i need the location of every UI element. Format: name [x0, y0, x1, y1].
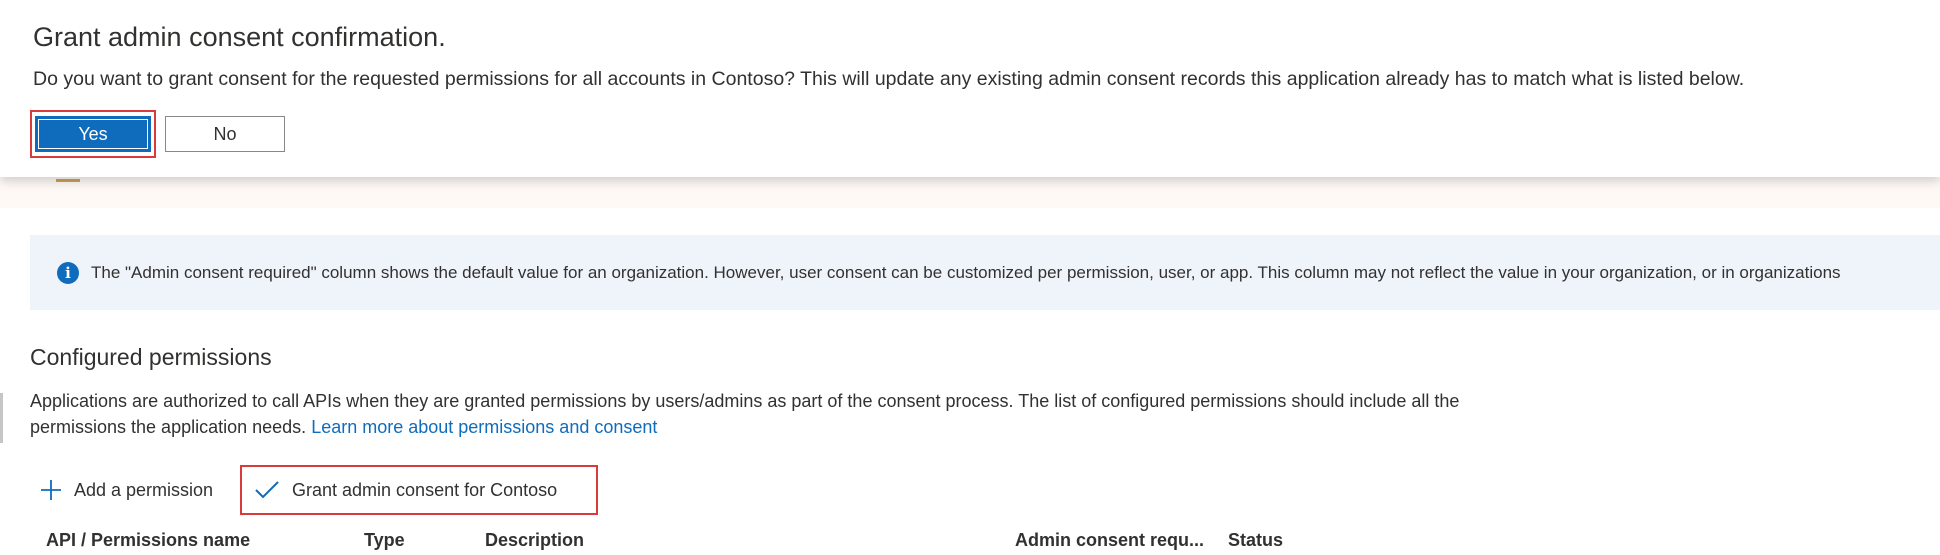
add-permission-label: Add a permission: [74, 479, 214, 500]
column-header-admin-consent[interactable]: Admin consent requ...: [1015, 530, 1204, 551]
checkmark-icon: [255, 481, 279, 499]
plus-icon: [41, 480, 61, 500]
description-text: Applications are authorized to call APIs…: [30, 391, 1460, 437]
dialog-title: Grant admin consent confirmation.: [33, 22, 446, 52]
section-title: Configured permissions: [30, 344, 272, 370]
dialog-message: Do you want to grant consent for the req…: [33, 68, 1745, 90]
section-description: Applications are authorized to call APIs…: [30, 388, 1550, 440]
grant-admin-consent-label: Grant admin consent for Contoso: [292, 479, 558, 500]
add-permission-button[interactable]: Add a permission: [40, 465, 213, 515]
no-button[interactable]: No: [165, 116, 285, 152]
column-header-type[interactable]: Type: [364, 530, 405, 551]
column-header-status[interactable]: Status: [1228, 530, 1283, 551]
info-bar: i The "Admin consent required" column sh…: [30, 235, 1940, 310]
column-header-api[interactable]: API / Permissions name: [46, 530, 250, 551]
table-header: API / Permissions name Type Description …: [0, 530, 1940, 555]
grant-admin-consent-button[interactable]: Grant admin consent for Contoso: [240, 465, 598, 515]
learn-more-link[interactable]: Learn more about permissions and consent: [311, 417, 657, 437]
info-icon: i: [57, 261, 79, 284]
column-header-description[interactable]: Description: [485, 530, 584, 551]
divider: [0, 393, 3, 443]
confirmation-panel: Grant admin consent confirmation. Do you…: [0, 0, 1940, 177]
yes-button[interactable]: Yes: [35, 116, 151, 152]
info-text: The "Admin consent required" column show…: [91, 262, 1841, 282]
